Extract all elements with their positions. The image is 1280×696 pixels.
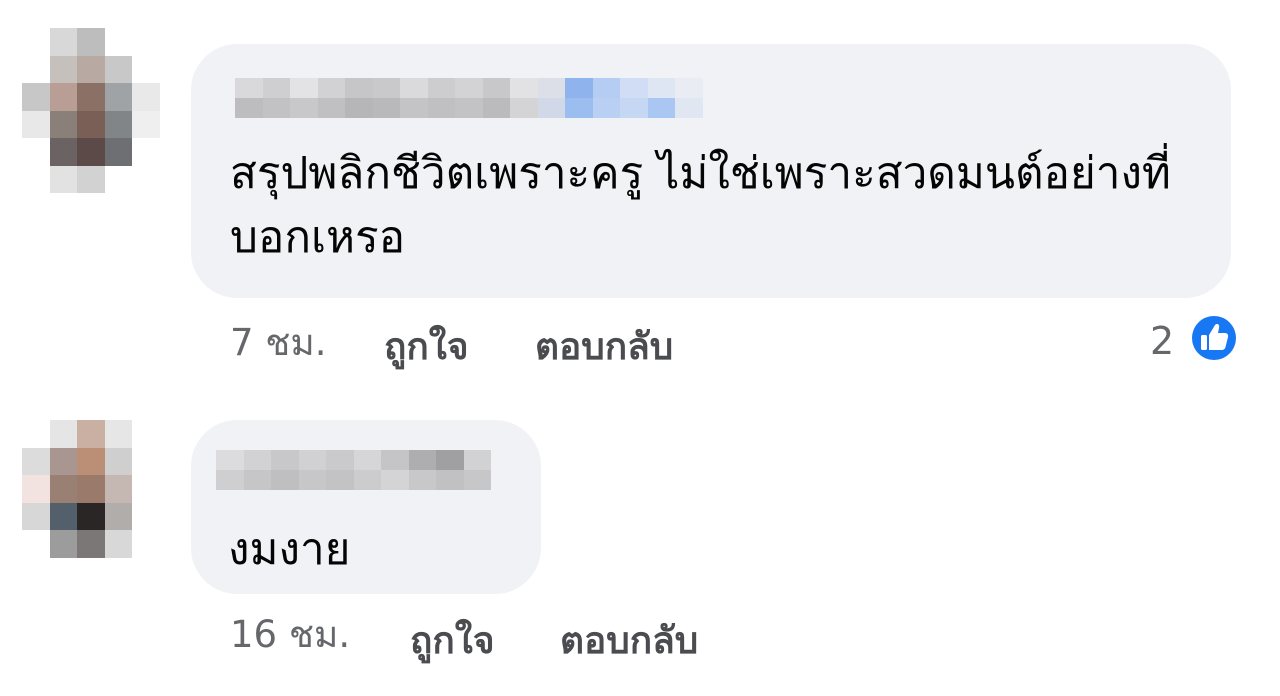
reply-button[interactable]: ตอบกลับ [535, 324, 673, 370]
comment-text: งมงาย [228, 524, 351, 575]
thumbs-up-icon[interactable] [1186, 310, 1242, 366]
like-button[interactable]: ถูกใจ [384, 324, 469, 370]
commenter-avatar[interactable] [22, 28, 160, 193]
comment-text: สรุปพลิกชีวิตเพราะครู ไม่ใช่เพราะสวดมนต์… [230, 148, 1171, 263]
reaction-count[interactable]: 2 [1150, 318, 1174, 364]
commenter-name[interactable] [216, 450, 491, 490]
comment-timestamp[interactable]: 7 ชม. [230, 320, 327, 366]
like-button[interactable]: ถูกใจ [410, 618, 495, 664]
reply-button[interactable]: ตอบกลับ [560, 618, 698, 664]
commenter-name[interactable] [235, 78, 730, 118]
commenter-avatar[interactable] [22, 420, 160, 585]
comment-timestamp[interactable]: 16 ชม. [230, 612, 350, 658]
